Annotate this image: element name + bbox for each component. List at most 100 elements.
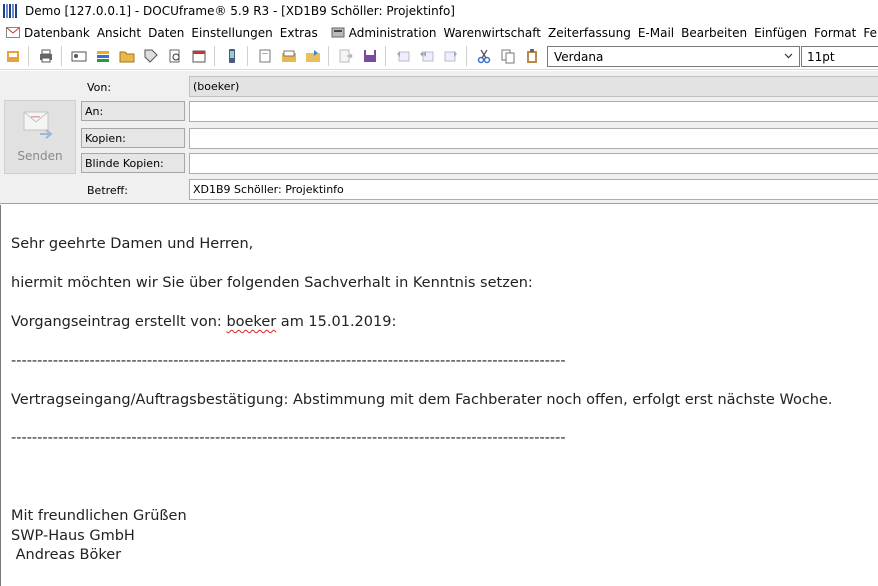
send-mail-icon [23,111,53,139]
send-button-label: Senden [17,149,63,163]
address-book-icon [7,51,19,62]
paste-button[interactable] [521,45,543,67]
forward-mail-icon [444,51,457,62]
print-button[interactable] [35,45,57,67]
menu-label: Einstellungen [191,25,273,40]
menu-format[interactable]: Format [814,22,863,43]
menu-label: Fe [863,25,877,40]
search-document-button[interactable] [164,45,186,67]
forward-mail-button[interactable] [440,45,462,67]
menu-bearbeiten[interactable]: Bearbeiten [681,22,754,43]
cut-button[interactable] [473,45,495,67]
chevron-down-icon [784,53,793,59]
menu-daten[interactable]: Daten [148,22,191,43]
intro-line: hiermit möchten wir Sie über folgenden S… [11,275,533,291]
menu-administration[interactable]: Administration [325,22,444,43]
menu-extras[interactable]: Extras [280,22,325,43]
font-family-value: Verdana [554,49,604,64]
to-button[interactable]: An: [81,101,185,121]
toolbar-separator [61,46,62,66]
from-value: (boeker) [193,80,240,93]
cc-button[interactable]: Kopien: [81,128,185,148]
search-document-icon [169,49,180,63]
entry-prefix: Vorgangseintrag erstellt von: [11,314,227,330]
from-field: (boeker) [189,76,878,97]
export-button[interactable] [302,45,324,67]
menu-label: Ansicht [96,25,142,40]
menu-email[interactable]: E-Mail [638,22,681,43]
bcc-button[interactable]: Blinde Kopien: [81,153,185,173]
mail-body-editor[interactable]: Sehr geehrte Damen und Herren, hiermit m… [0,205,878,586]
mobile-phone-icon [229,49,235,63]
menu-warenwirtschaft[interactable]: Warenwirtschaft [444,22,548,43]
reply-button[interactable] [392,45,414,67]
to-field[interactable] [189,101,878,122]
send-button[interactable]: Senden [4,100,76,174]
menu-label: Einfügen [754,25,808,40]
content-line: Vertragseingang/Auftragsbestätigung: Abs… [11,392,833,408]
menu-fenster[interactable]: Fe [863,22,878,43]
new-document-button[interactable] [254,45,276,67]
from-label: Von: [87,80,112,94]
forward-button[interactable] [335,45,357,67]
toolbar-separator [247,46,248,66]
toolbar-separator [466,46,467,66]
menu-einfuegen[interactable]: Einfügen [754,22,814,43]
admin-icon [331,27,345,38]
menu-label: Daten [148,25,185,40]
export-folder-icon [306,50,320,62]
menu-datenbank[interactable]: Datenbank [0,22,97,43]
window-title: Demo [127.0.0.1] - DOCUframe® 5.9 R3 - [… [25,4,455,18]
new-document-icon [259,49,271,63]
phone-button[interactable] [221,45,243,67]
toolbar-separator [214,46,215,66]
font-size-value: 11pt [807,49,835,64]
copy-button[interactable] [497,45,519,67]
reply-all-button[interactable] [416,45,438,67]
floppy-disk-icon [364,50,376,62]
app-logo-icon [3,4,19,18]
save-button[interactable] [359,45,381,67]
menu-label: Extras [279,25,318,40]
toolbar: Verdana 11pt [0,43,878,70]
menu-label: E-Mail [637,25,675,40]
subject-value: XD1B9 Schöller: Projektinfo [193,183,344,196]
menu-bar: Datenbank Ansicht Daten Einstellungen Ex… [0,22,878,43]
mail-envelope-icon [6,27,20,38]
menu-ansicht[interactable]: Ansicht [97,22,148,43]
tag-icon [144,49,158,63]
menu-zeiterfassung[interactable]: Zeiterfassung [548,22,638,43]
bcc-field[interactable] [189,153,878,174]
font-family-dropdown[interactable]: Verdana [547,46,800,67]
signature-line: Andreas Böker [11,547,122,563]
subject-label: Betreff: [87,183,128,197]
calendar-icon [192,50,206,63]
colored-list-icon [97,51,109,62]
entry-user: boeker [226,314,277,330]
company-line: SWP-Haus GmbH [11,528,135,544]
list-button[interactable] [92,45,114,67]
mail-folder-icon [282,50,296,62]
menu-label: Format [814,25,857,40]
subject-field[interactable]: XD1B9 Schöller: Projektinfo [189,179,878,200]
entry-suffix: am 15.01.2019: [276,314,397,330]
toolbar-separator [328,46,329,66]
toolbar-separator [28,46,29,66]
title-bar: Demo [127.0.0.1] - DOCUframe® 5.9 R3 - [… [0,0,878,22]
open-mail-button[interactable] [278,45,300,67]
folder-button[interactable] [116,45,138,67]
font-size-dropdown[interactable]: 11pt [801,46,878,67]
menu-label: Datenbank [24,25,90,40]
calendar-button[interactable] [188,45,210,67]
entry-line: Vorgangseintrag erstellt von: boeker am … [11,314,396,330]
contact-card-button[interactable] [68,45,90,67]
address-book-button[interactable] [2,45,24,67]
cc-field[interactable] [189,128,878,149]
separator-line: ----------------------------------------… [11,353,566,369]
forward-doc-icon [339,49,353,63]
folder-icon [119,51,135,63]
closing-line: Mit freundlichen Grüßen [11,508,187,524]
printer-icon [40,49,52,63]
menu-einstellungen[interactable]: Einstellungen [191,22,279,43]
tag-button[interactable] [140,45,162,67]
